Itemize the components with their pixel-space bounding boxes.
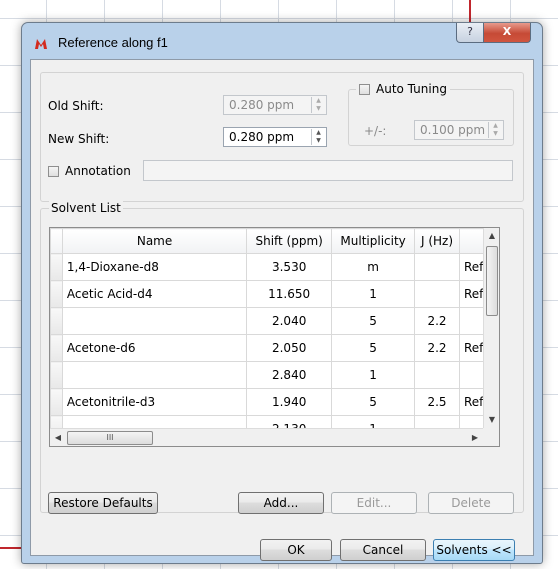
scroll-left-icon[interactable]: ◀	[50, 429, 66, 446]
column-header-shift[interactable]: Shift (ppm)	[246, 228, 333, 254]
cell-shift[interactable]: 2.840	[246, 361, 333, 389]
cell-shift[interactable]: 1.940	[246, 388, 333, 416]
row-header[interactable]	[50, 307, 63, 335]
cell-j[interactable]: 2.2	[414, 307, 460, 335]
cell-j[interactable]	[414, 280, 460, 308]
row-header[interactable]	[50, 361, 63, 389]
cell-shift[interactable]: 2.040	[246, 307, 333, 335]
new-shift-spinbox[interactable]: 0.280 ppm ▲ ▼	[223, 127, 327, 147]
app-logo-icon	[35, 39, 47, 49]
checkbox-icon	[48, 166, 59, 177]
table-row[interactable]: 2.040 5 2.2	[50, 307, 499, 335]
scrollbar-corner	[483, 428, 499, 446]
cell-multiplicity[interactable]: 1	[331, 361, 416, 389]
auto-tuning-label: Auto Tuning	[376, 82, 447, 96]
checkbox-icon	[359, 84, 370, 95]
cell-j[interactable]	[414, 253, 460, 281]
column-header-name[interactable]: Name	[61, 228, 248, 254]
close-button[interactable]: X	[483, 23, 531, 43]
table-row[interactable]: Acetic Acid-d4 11.650 1 Ref.:	[50, 280, 499, 308]
horizontal-scrollbar[interactable]: ◀ III ▶	[50, 428, 483, 446]
reference-dialog: Reference along f1 ? X Old Shift: 0.280 …	[21, 22, 543, 564]
scroll-up-icon[interactable]: ▲	[484, 228, 499, 244]
tolerance-label: +/-:	[364, 124, 387, 138]
scroll-right-icon[interactable]: ▶	[467, 429, 483, 446]
column-header-j[interactable]: J (Hz)	[414, 228, 460, 254]
cell-name[interactable]: 1,4-Dioxane-d8	[61, 253, 248, 281]
delete-button: Delete	[428, 492, 514, 514]
table-row[interactable]: 2.840 1	[50, 361, 499, 389]
new-shift-value: 0.280 ppm	[229, 130, 295, 144]
old-shift-spinbox: 0.280 ppm ▲ ▼	[223, 95, 327, 115]
column-header-multiplicity[interactable]: Multiplicity	[331, 228, 416, 254]
cell-j[interactable]: 2.5	[414, 388, 460, 416]
scroll-thumb[interactable]	[486, 246, 498, 316]
vertical-scrollbar[interactable]: ▲ ▼	[483, 228, 499, 428]
solvent-grid: Name Shift (ppm) Multiplicity J (Hz) 1,4…	[50, 228, 499, 443]
scroll-down-icon[interactable]: ▼	[484, 412, 499, 428]
dialog-body: Old Shift: 0.280 ppm ▲ ▼ New Shift: 0.280…	[30, 59, 534, 561]
table-row[interactable]: Acetonitrile-d3 1.940 5 2.5 Ref.:	[50, 388, 499, 416]
cell-shift[interactable]: 2.050	[246, 334, 333, 362]
window-title: Reference along f1	[58, 35, 168, 50]
spin-arrows-icon: ▲ ▼	[311, 97, 325, 113]
row-header[interactable]	[50, 253, 63, 281]
cell-multiplicity[interactable]: 5	[331, 388, 416, 416]
cell-name[interactable]	[61, 361, 248, 389]
close-icon: X	[502, 25, 512, 38]
spin-arrows-icon: ▲ ▼	[488, 122, 502, 138]
cell-multiplicity[interactable]: 5	[331, 334, 416, 362]
ok-button[interactable]: OK	[260, 539, 332, 561]
annotation-field	[143, 160, 513, 181]
edit-button: Edit...	[331, 492, 417, 514]
solvents-toggle-button[interactable]: Solvents <<	[433, 539, 515, 561]
restore-defaults-button[interactable]: Restore Defaults	[48, 492, 158, 514]
table-row[interactable]: Acetone-d6 2.050 5 2.2 Ref.:	[50, 334, 499, 362]
auto-tuning-checkbox[interactable]: Auto Tuning	[356, 82, 450, 96]
cell-shift[interactable]: 11.650	[246, 280, 333, 308]
cell-multiplicity[interactable]: 1	[331, 280, 416, 308]
scroll-thumb[interactable]: III	[67, 431, 153, 445]
annotation-label: Annotation	[65, 164, 131, 178]
cell-multiplicity[interactable]: m	[331, 253, 416, 281]
cell-j[interactable]	[414, 361, 460, 389]
corner-header	[50, 228, 63, 254]
row-header[interactable]	[50, 388, 63, 416]
cell-name[interactable]	[61, 307, 248, 335]
table-row[interactable]: 1,4-Dioxane-d8 3.530 m Ref.:	[50, 253, 499, 281]
grip-icon: III	[106, 433, 114, 442]
new-shift-label: New Shift:	[48, 132, 110, 146]
cell-name[interactable]: Acetic Acid-d4	[61, 280, 248, 308]
help-button[interactable]: ?	[456, 23, 484, 43]
table-header-row: Name Shift (ppm) Multiplicity J (Hz)	[50, 228, 499, 254]
title-bar[interactable]: Reference along f1 ? X	[22, 23, 542, 59]
tolerance-spinbox: 0.100 ppm ▲ ▼	[414, 120, 504, 140]
solvent-list-title: Solvent List	[49, 201, 123, 215]
row-header[interactable]	[50, 280, 63, 308]
help-icon: ?	[467, 25, 473, 38]
cell-j[interactable]: 2.2	[414, 334, 460, 362]
old-shift-value: 0.280 ppm	[229, 98, 295, 112]
cell-multiplicity[interactable]: 5	[331, 307, 416, 335]
row-header[interactable]	[50, 334, 63, 362]
cell-name[interactable]: Acetone-d6	[61, 334, 248, 362]
solvent-table[interactable]: Name Shift (ppm) Multiplicity J (Hz) 1,4…	[49, 227, 500, 447]
tolerance-value: 0.100 ppm	[420, 123, 486, 137]
cell-shift[interactable]: 3.530	[246, 253, 333, 281]
cell-name[interactable]: Acetonitrile-d3	[61, 388, 248, 416]
spin-arrows-icon[interactable]: ▲ ▼	[311, 129, 325, 145]
cancel-button[interactable]: Cancel	[340, 539, 426, 561]
add-button[interactable]: Add...	[238, 492, 324, 514]
old-shift-label: Old Shift:	[48, 99, 104, 113]
annotation-checkbox[interactable]: Annotation	[48, 164, 131, 178]
